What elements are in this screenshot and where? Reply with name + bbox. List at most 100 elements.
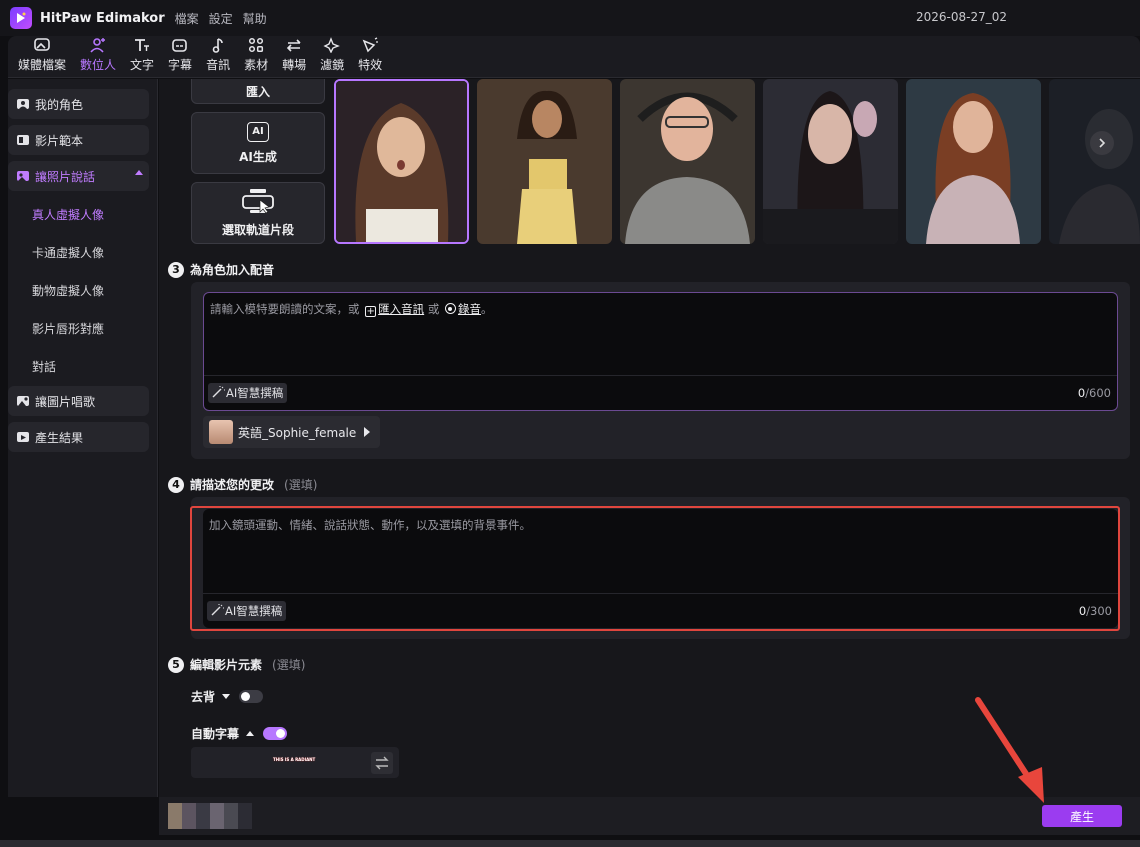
sidebar-sub-real-avatar[interactable]: 真人虛擬人像 — [32, 206, 104, 223]
subtitle-icon — [170, 36, 190, 54]
step5-title: 5 編輯影片元素 (選填) — [168, 656, 305, 673]
script-textbox[interactable]: 請輸入模特要朗讀的文案，或 + 匯入音訊 或 錄音。 AI智慧撰稿 0/600 — [203, 292, 1118, 411]
tool-filter[interactable]: 濾鏡 — [316, 36, 348, 77]
avatar-thumbnail[interactable] — [906, 79, 1041, 244]
filter-icon — [322, 36, 342, 54]
menu-bar: 檔案 設定 幫助 — [175, 10, 267, 27]
avatar-photo — [620, 79, 755, 244]
char-counter: 0/600 — [1077, 386, 1111, 400]
avatar-photo — [763, 79, 898, 244]
changes-placeholder: 加入鏡頭運動、情緒、說話狀態、動作，以及選填的背景事件。 — [209, 518, 531, 532]
add-icon: + — [365, 306, 377, 317]
thumbnails-next-button[interactable] — [1090, 131, 1114, 155]
menu-settings[interactable]: 設定 — [209, 10, 233, 27]
changes-toolbar: AI智慧撰稿 0/300 — [203, 593, 1118, 628]
caret-up-icon[interactable] — [246, 731, 255, 736]
caret-down-icon[interactable] — [222, 694, 231, 699]
swap-style-button[interactable] — [371, 752, 393, 774]
auto-subtitle-row: 自動字幕 — [191, 725, 288, 742]
play-icon — [364, 427, 371, 437]
avatar-thumbnail[interactable] — [1049, 79, 1140, 244]
subtitle-style-preview[interactable]: THIS IS A RADIANT — [191, 747, 399, 778]
auto-subtitle-toggle[interactable] — [263, 727, 288, 740]
project-name[interactable]: 2026-08-27_02 — [916, 10, 1007, 24]
changes-textbox[interactable]: 加入鏡頭運動、情緒、說話狀態、動作，以及選填的背景事件。 AI智慧撰稿 0/30… — [203, 509, 1118, 628]
tool-text[interactable]: 文字 — [126, 36, 158, 77]
media-icon — [32, 36, 52, 54]
avatar-thumbnail[interactable] — [334, 79, 469, 244]
title-bar: HitPaw Edimakor 檔案 設定 幫助 2026-08-27_02 — [0, 0, 1140, 36]
tool-effects[interactable]: 特效 — [354, 36, 386, 77]
step-number-badge: 5 — [168, 656, 184, 673]
transition-icon — [284, 36, 304, 54]
remove-background-row: 去背 — [191, 688, 264, 705]
avatar-photo — [906, 79, 1041, 244]
sidebar-item-video-templates[interactable]: 影片範本 — [8, 125, 149, 155]
subtitle-preview-text: THIS IS A RADIANT — [273, 757, 316, 762]
folder-play-icon — [16, 431, 30, 443]
ai-generate-button[interactable]: AI AI生成 — [191, 112, 325, 174]
menu-file[interactable]: 檔案 — [175, 10, 199, 27]
sidebar-item-singing-photo[interactable]: 讓圖片唱歌 — [8, 386, 149, 416]
tool-elements[interactable]: 素材 — [240, 36, 272, 77]
template-icon — [16, 134, 30, 146]
swap-icon — [375, 756, 389, 770]
tool-audio[interactable]: 音訊 — [202, 36, 234, 77]
chevron-up-icon — [135, 170, 143, 175]
person-icon — [16, 98, 30, 110]
sidebar-sub-animal-avatar[interactable]: 動物虛擬人像 — [32, 282, 104, 299]
app-title: HitPaw Edimakor — [40, 10, 165, 26]
magic-wand-icon — [212, 385, 226, 401]
script-placeholder: 請輸入模特要朗讀的文案，或 + 匯入音訊 或 錄音。 — [210, 302, 493, 317]
talking-photo-icon — [16, 170, 30, 182]
annotation-arrow-icon — [975, 697, 1044, 803]
record-link[interactable]: 錄音 — [443, 302, 481, 316]
remove-background-toggle[interactable] — [239, 690, 264, 703]
bottom-strip — [0, 840, 1140, 847]
sidebar-item-my-characters[interactable]: 我的角色 — [8, 89, 149, 119]
music-icon — [208, 36, 228, 54]
step-number-badge: 4 — [168, 476, 184, 493]
step4-title: 4 請描述您的更改 (選填) — [168, 476, 317, 493]
singing-photo-icon — [16, 395, 30, 407]
elements-icon — [246, 36, 266, 54]
ai-generate-icon: AI — [247, 121, 269, 142]
sidebar-item-talking-photo[interactable]: 讓照片說話 — [8, 161, 149, 191]
clip-select-icon — [240, 188, 276, 217]
sidebar-item-results[interactable]: 產生結果 — [8, 422, 149, 452]
blurred-thumbnail — [168, 803, 252, 829]
char-counter: 0/300 — [1078, 604, 1112, 618]
voice-selector[interactable]: 英語_Sophie_female — [203, 416, 380, 448]
select-track-clip-button[interactable]: 選取軌道片段 — [191, 182, 325, 244]
import-audio-link[interactable]: + 匯入音訊 — [363, 302, 424, 317]
chevron-right-icon — [1099, 138, 1106, 148]
text-icon — [132, 36, 152, 54]
sidebar-sub-lip-sync[interactable]: 影片唇形對應 — [32, 320, 104, 337]
sidebar-sub-dialogue[interactable]: 對話 — [32, 358, 56, 375]
voice-avatar — [209, 420, 233, 444]
sidebar-sub-cartoon-avatar[interactable]: 卡通虛擬人像 — [32, 244, 104, 261]
ai-write-button[interactable]: AI智慧撰稿 — [207, 601, 287, 621]
avatar-thumbnail[interactable] — [763, 79, 898, 244]
avatar-thumbnail[interactable] — [477, 79, 612, 244]
import-button[interactable]: 匯入 — [191, 79, 325, 104]
avatar-icon — [88, 36, 108, 54]
avatar-photo — [477, 79, 612, 244]
script-toolbar: AI智慧撰稿 0/600 — [204, 375, 1117, 410]
step3-title: 3 為角色加入配音 — [168, 261, 274, 278]
tool-transition[interactable]: 轉場 — [278, 36, 310, 77]
magic-wand-icon — [211, 603, 225, 619]
avatar-photo — [1049, 79, 1140, 244]
ai-write-button[interactable]: AI智慧撰稿 — [208, 383, 288, 403]
avatar-photo — [336, 81, 467, 242]
record-icon — [444, 303, 456, 314]
app-logo-icon — [10, 7, 32, 29]
tool-subtitle[interactable]: 字幕 — [164, 36, 196, 77]
main-toolbar: 媒體檔案 數位人 文字 字幕 音訊 素材 轉場 濾鏡 特效 — [8, 36, 1140, 78]
effects-icon — [360, 36, 380, 54]
tool-media[interactable]: 媒體檔案 — [14, 36, 70, 77]
tool-digital-human[interactable]: 數位人 — [76, 36, 120, 77]
avatar-thumbnail[interactable] — [620, 79, 755, 244]
step-number-badge: 3 — [168, 261, 184, 278]
menu-help[interactable]: 幫助 — [243, 10, 267, 27]
